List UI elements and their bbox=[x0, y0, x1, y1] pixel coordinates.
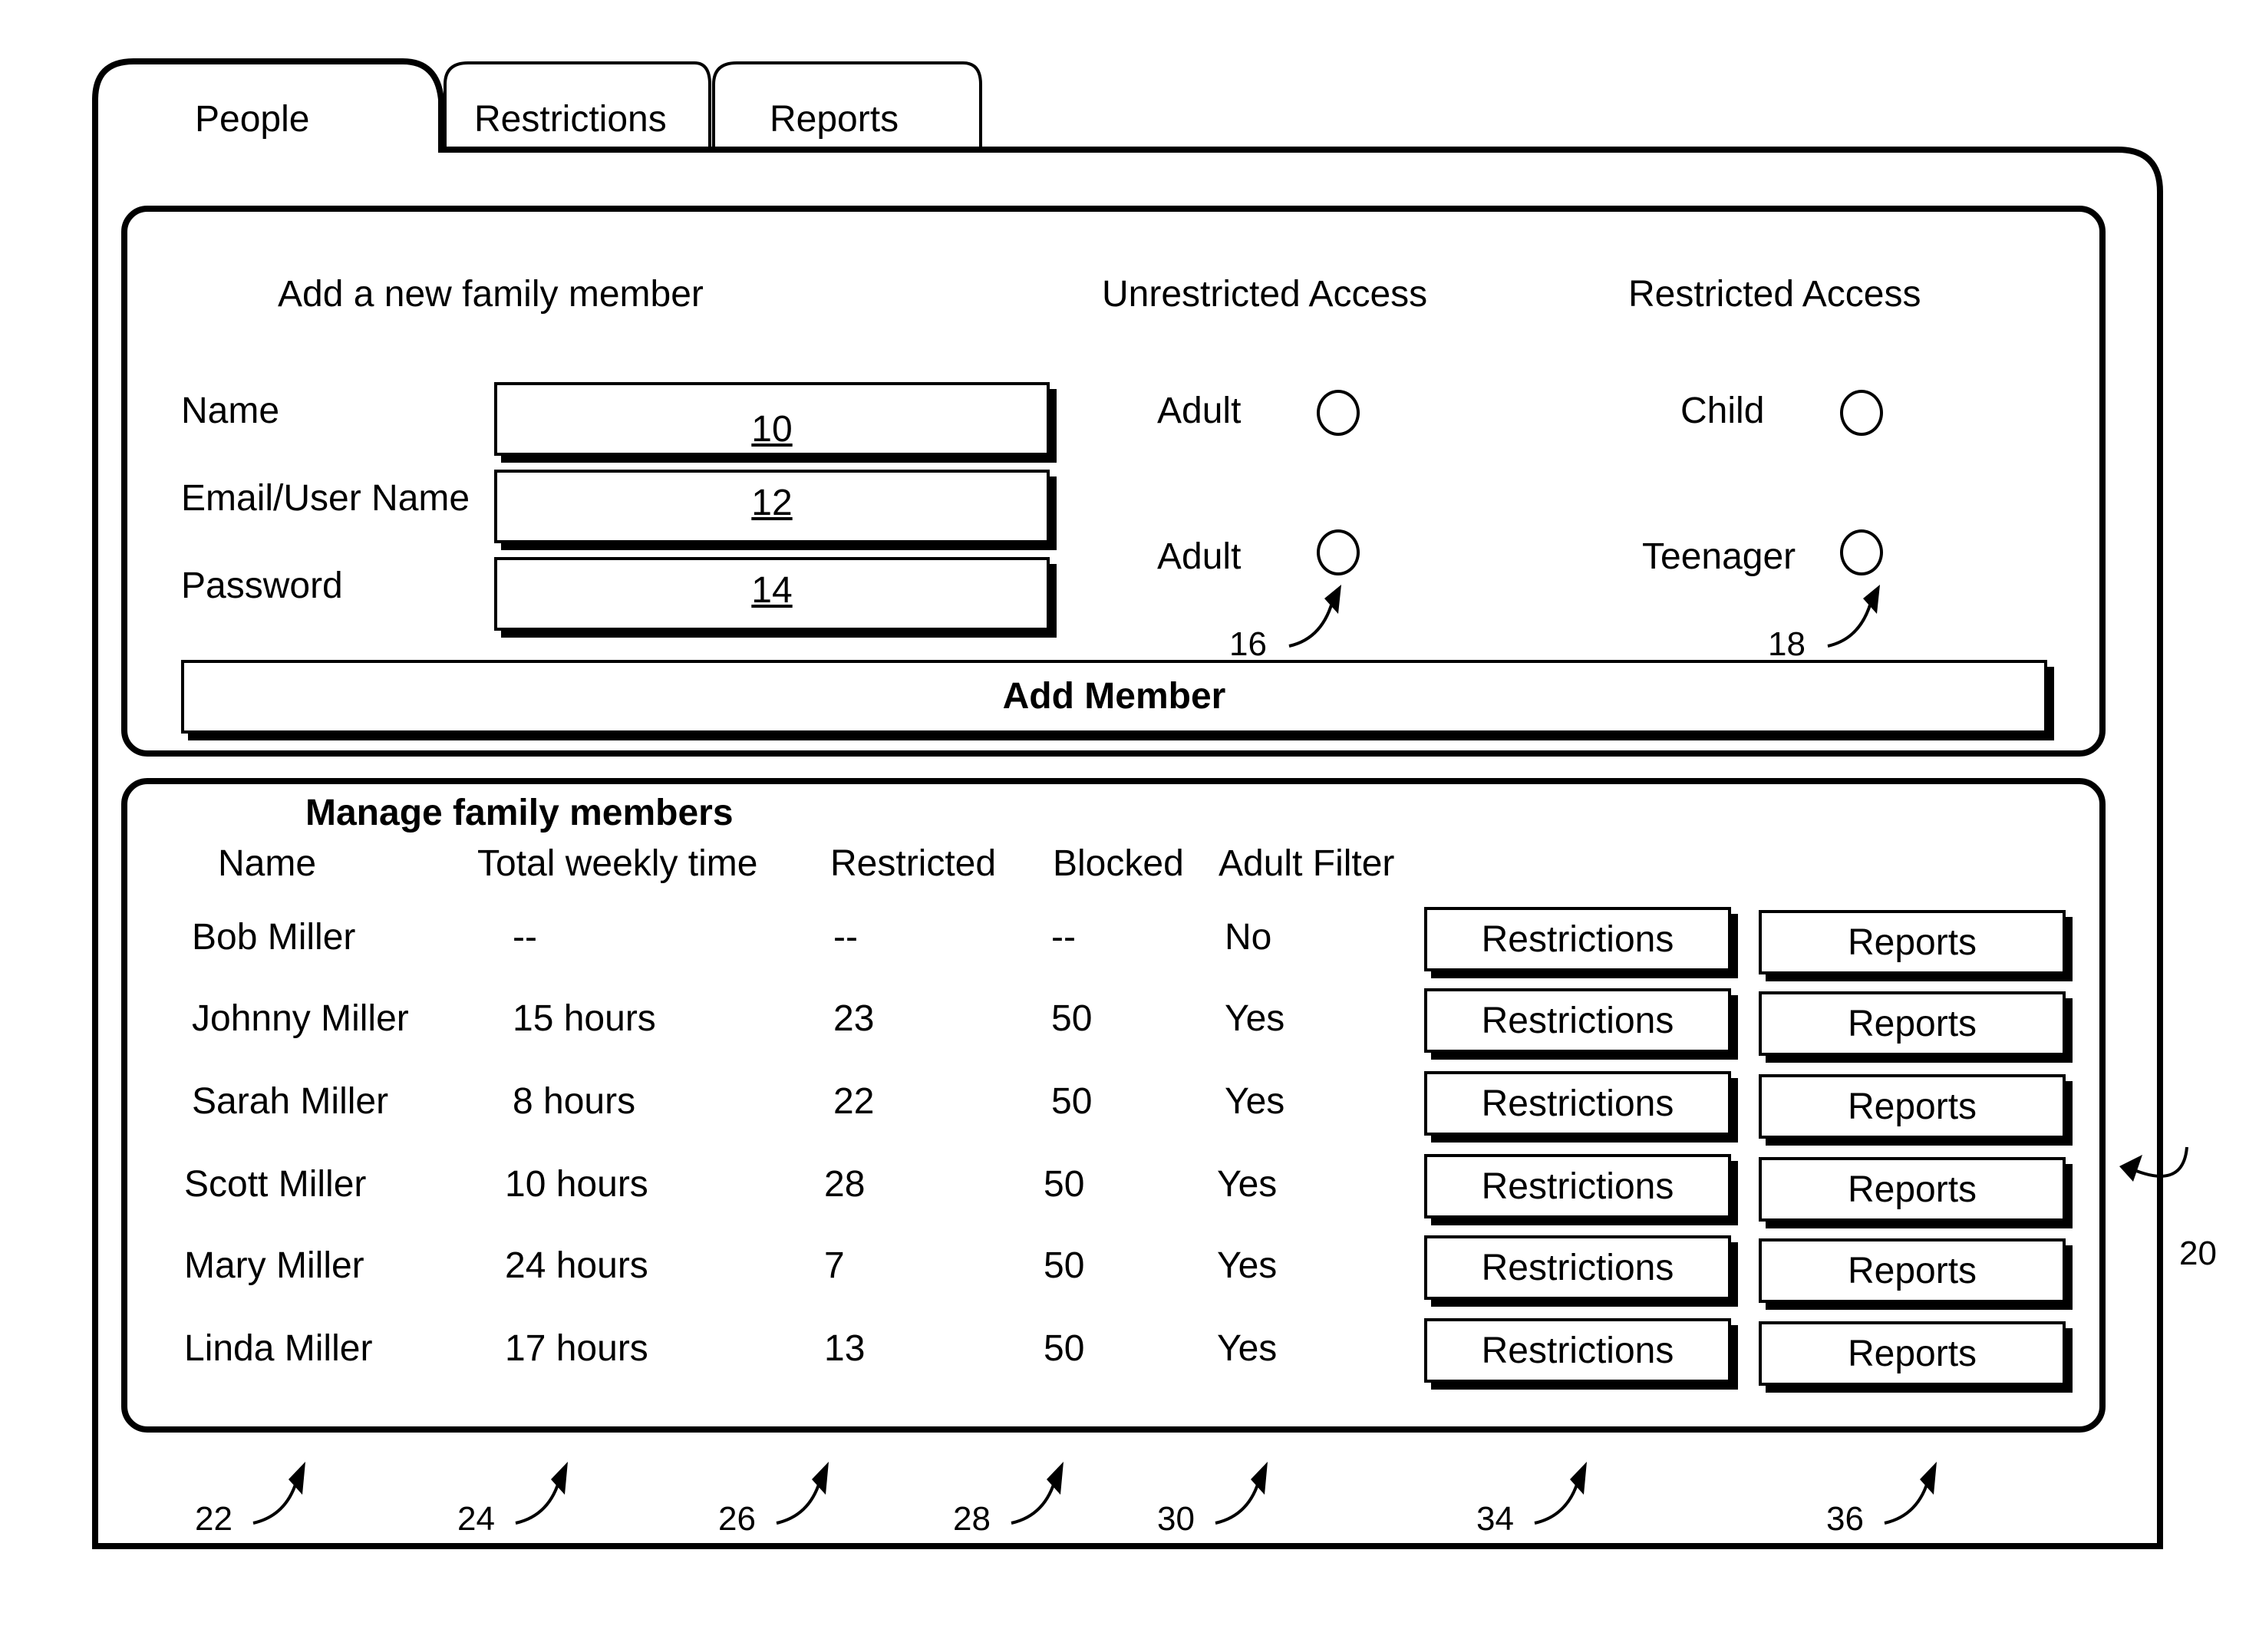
header-time: Total weekly time bbox=[477, 843, 758, 884]
ref-18: 18 bbox=[1768, 625, 1806, 663]
cell-blocked: -- bbox=[1051, 917, 1076, 958]
password-label: Password bbox=[181, 566, 343, 606]
email-input-ref: 12 bbox=[751, 483, 793, 523]
tab-people[interactable]: People bbox=[195, 101, 309, 138]
cell-blocked: 50 bbox=[1044, 1245, 1085, 1286]
cell-blocked: 50 bbox=[1051, 1081, 1093, 1122]
cell-time: 24 hours bbox=[505, 1245, 648, 1286]
radio-label-adult-1: Adult bbox=[1157, 391, 1242, 431]
row-restrictions-button[interactable]: Restrictions bbox=[1424, 1235, 1731, 1300]
row-reports-button[interactable]: Reports bbox=[1759, 1157, 2066, 1222]
radio-teenager[interactable] bbox=[1840, 529, 1883, 575]
cell-time: 10 hours bbox=[505, 1164, 648, 1205]
row-restrictions-button[interactable]: Restrictions bbox=[1424, 1318, 1731, 1383]
cell-name: Bob Miller bbox=[192, 917, 356, 958]
header-adult-filter: Adult Filter bbox=[1219, 843, 1395, 884]
ref-26: 26 bbox=[718, 1500, 756, 1538]
cell-name: Mary Miller bbox=[184, 1245, 364, 1286]
add-member-button[interactable]: Add Member bbox=[181, 660, 2047, 734]
name-input[interactable]: 10 bbox=[494, 382, 1050, 456]
cell-name: Sarah Miller bbox=[192, 1081, 389, 1122]
cell-filter: Yes bbox=[1217, 1328, 1278, 1369]
header-restricted: Restricted bbox=[830, 843, 997, 884]
cell-filter: Yes bbox=[1217, 1164, 1278, 1205]
cell-restricted: 28 bbox=[824, 1164, 866, 1205]
cell-restricted: -- bbox=[833, 917, 858, 958]
ref-16: 16 bbox=[1229, 625, 1267, 663]
tab-reports[interactable]: Reports bbox=[770, 101, 899, 138]
row-restrictions-button[interactable]: Restrictions bbox=[1424, 1071, 1731, 1136]
ref-22: 22 bbox=[195, 1500, 232, 1538]
tab-restrictions[interactable]: Restrictions bbox=[474, 101, 667, 138]
row-restrictions-button[interactable]: Restrictions bbox=[1424, 1154, 1731, 1218]
row-restrictions-button[interactable]: Restrictions bbox=[1424, 907, 1731, 971]
ref-36: 36 bbox=[1826, 1500, 1864, 1538]
cell-restricted: 7 bbox=[824, 1245, 845, 1286]
name-input-ref: 10 bbox=[751, 409, 793, 450]
cell-name: Linda Miller bbox=[184, 1328, 373, 1369]
email-label: Email/User Name bbox=[181, 478, 470, 519]
cell-time: 15 hours bbox=[513, 998, 656, 1039]
cell-filter: Yes bbox=[1225, 1081, 1285, 1122]
cell-restricted: 13 bbox=[824, 1328, 866, 1369]
cell-name: Johnny Miller bbox=[192, 998, 409, 1039]
cell-restricted: 23 bbox=[833, 998, 875, 1039]
ref-30: 30 bbox=[1157, 1500, 1195, 1538]
password-input[interactable]: 14 bbox=[494, 557, 1050, 631]
radio-adult-2[interactable] bbox=[1317, 529, 1360, 575]
header-name: Name bbox=[218, 843, 317, 884]
row-reports-button[interactable]: Reports bbox=[1759, 1074, 2066, 1139]
radio-label-child: Child bbox=[1680, 391, 1765, 431]
cell-time: 8 hours bbox=[513, 1081, 636, 1122]
cell-time: 17 hours bbox=[505, 1328, 648, 1369]
add-member-title: Add a new family member bbox=[278, 274, 704, 315]
cell-filter: Yes bbox=[1217, 1245, 1278, 1286]
row-restrictions-button[interactable]: Restrictions bbox=[1424, 988, 1731, 1053]
cell-blocked: 50 bbox=[1044, 1164, 1085, 1205]
row-reports-button[interactable]: Reports bbox=[1759, 1238, 2066, 1303]
cell-filter: Yes bbox=[1225, 998, 1285, 1039]
cell-name: Scott Miller bbox=[184, 1164, 367, 1205]
unrestricted-access-title: Unrestricted Access bbox=[1102, 274, 1428, 315]
radio-label-adult-2: Adult bbox=[1157, 536, 1242, 577]
ref-24: 24 bbox=[457, 1500, 495, 1538]
restricted-access-title: Restricted Access bbox=[1628, 274, 1921, 315]
manage-title: Manage family members bbox=[305, 793, 734, 833]
cell-time: -- bbox=[513, 917, 537, 958]
name-label: Name bbox=[181, 391, 280, 431]
radio-child[interactable] bbox=[1840, 390, 1883, 436]
password-input-ref: 14 bbox=[751, 570, 793, 611]
cell-restricted: 22 bbox=[833, 1081, 875, 1122]
row-reports-button[interactable]: Reports bbox=[1759, 991, 2066, 1056]
radio-adult-1[interactable] bbox=[1317, 390, 1360, 436]
row-reports-button[interactable]: Reports bbox=[1759, 910, 2066, 974]
ref-28: 28 bbox=[953, 1500, 991, 1538]
cell-blocked: 50 bbox=[1051, 998, 1093, 1039]
cell-blocked: 50 bbox=[1044, 1328, 1085, 1369]
ref-34: 34 bbox=[1476, 1500, 1514, 1538]
radio-label-teenager: Teenager bbox=[1642, 536, 1796, 577]
cell-filter: No bbox=[1225, 917, 1272, 958]
email-input[interactable]: 12 bbox=[494, 470, 1050, 543]
header-blocked: Blocked bbox=[1053, 843, 1184, 884]
row-reports-button[interactable]: Reports bbox=[1759, 1321, 2066, 1386]
ref-20: 20 bbox=[2179, 1235, 2217, 1272]
